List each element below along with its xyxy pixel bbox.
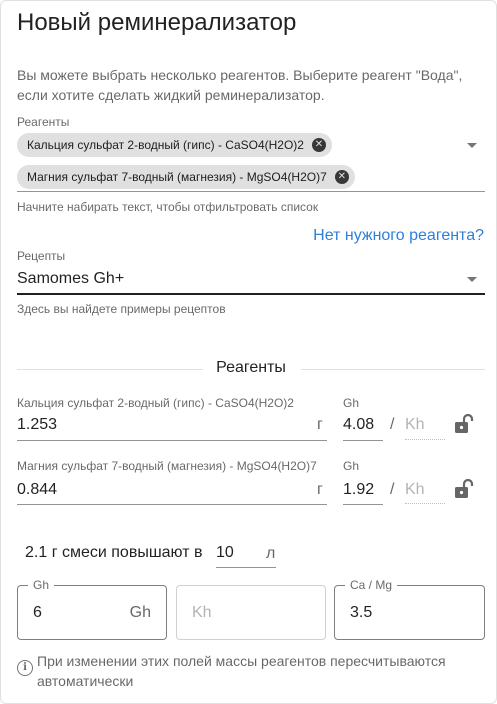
gh-summary-field[interactable]: Gh 6 Gh: [17, 578, 167, 640]
reagent-chip[interactable]: Кальция сульфат 2-водный (гипс) - CaSO4(…: [17, 133, 332, 157]
amount-unit: г: [317, 481, 323, 498]
reagent-amount-label: Магния сульфат 7-водный (магнезия) - MgS…: [17, 459, 317, 473]
kh-summary-placeholder: Kh: [192, 604, 212, 621]
reagent-chip[interactable]: Магния сульфат 7-водный (магнезия) - MgS…: [17, 165, 355, 189]
gh-summary-suffix: Gh: [129, 604, 151, 621]
volume-input[interactable]: 10: [216, 544, 234, 562]
recipes-helper-text: Здесь вы найдете примеры рецептов: [17, 302, 226, 316]
amount-underline: [17, 504, 327, 505]
reagent-amount-input[interactable]: 0.844: [17, 481, 57, 499]
reagent-chip-label: Кальция сульфат 2-водный (гипс) - CaSO4(…: [27, 138, 304, 152]
volume-unit: л: [266, 545, 276, 562]
recipes-select-underline: [17, 293, 485, 295]
gh-input[interactable]: 1.92: [343, 481, 374, 499]
recipes-select-value[interactable]: Samomes Gh+: [17, 270, 124, 288]
reagents-helper-text: Начните набирать текст, чтобы отфильтров…: [17, 200, 319, 214]
gh-field-label: Gh: [343, 396, 360, 410]
missing-reagent-link[interactable]: Нет нужного реагента?: [313, 227, 484, 245]
reagent-amount-label: Кальция сульфат 2-водный (гипс) - CaSO4(…: [17, 396, 294, 410]
kh-input[interactable]: Kh: [405, 481, 425, 499]
section-divider-right: [301, 369, 485, 370]
reagents-select-label: Реагенты: [17, 115, 70, 129]
page-title: Новый реминерализатор: [17, 9, 297, 36]
ca-mg-ratio-field[interactable]: Ca / Mg 3.5: [334, 578, 485, 640]
volume-underline: [216, 567, 276, 568]
lock-open-icon[interactable]: [454, 478, 474, 500]
section-title: Реагенты: [216, 359, 286, 376]
amount-unit: г: [317, 416, 323, 433]
info-outline-icon: i: [17, 660, 33, 676]
arrow-drop-down-icon[interactable]: [467, 143, 477, 148]
reagent-chip-label: Магния сульфат 7-водный (магнезия) - MgS…: [27, 170, 327, 184]
recipes-select-label: Рецепты: [17, 249, 66, 263]
gh-field-label: Gh: [343, 459, 360, 473]
reagent-amount-input[interactable]: 1.253: [17, 416, 57, 434]
gh-summary-label: Gh: [28, 578, 55, 592]
close-circle-icon[interactable]: ✕: [334, 170, 349, 184]
kh-underline: [405, 503, 445, 504]
section-divider-left: [17, 369, 203, 370]
gh-kh-separator: /: [390, 481, 395, 498]
kh-input[interactable]: Kh: [405, 416, 425, 434]
ca-mg-ratio-value: 3.5: [350, 604, 373, 621]
gh-underline: [343, 504, 383, 505]
close-circle-icon[interactable]: ✕: [311, 138, 326, 152]
reagents-select-underline: [17, 191, 485, 192]
info-text: При изменении этих полей массы реагентов…: [37, 653, 446, 689]
kh-underline: [405, 439, 445, 440]
remineralizer-card: Новый реминерализатор Вы можете выбрать …: [0, 0, 497, 704]
arrow-drop-down-icon[interactable]: [467, 277, 477, 282]
amount-underline: [17, 440, 327, 441]
ca-mg-ratio-label: Ca / Mg: [345, 578, 398, 592]
gh-input[interactable]: 4.08: [343, 416, 374, 434]
gh-kh-separator: /: [390, 416, 395, 433]
lock-open-icon[interactable]: [454, 413, 474, 435]
gh-summary-value: 6: [33, 604, 42, 621]
gh-underline: [343, 440, 383, 441]
description-text: Вы можете выбрать несколько реагентов. В…: [17, 67, 463, 103]
kh-summary-field[interactable]: Kh: [176, 585, 326, 640]
mix-text: 2.1 г смеси повышают в: [25, 544, 203, 561]
